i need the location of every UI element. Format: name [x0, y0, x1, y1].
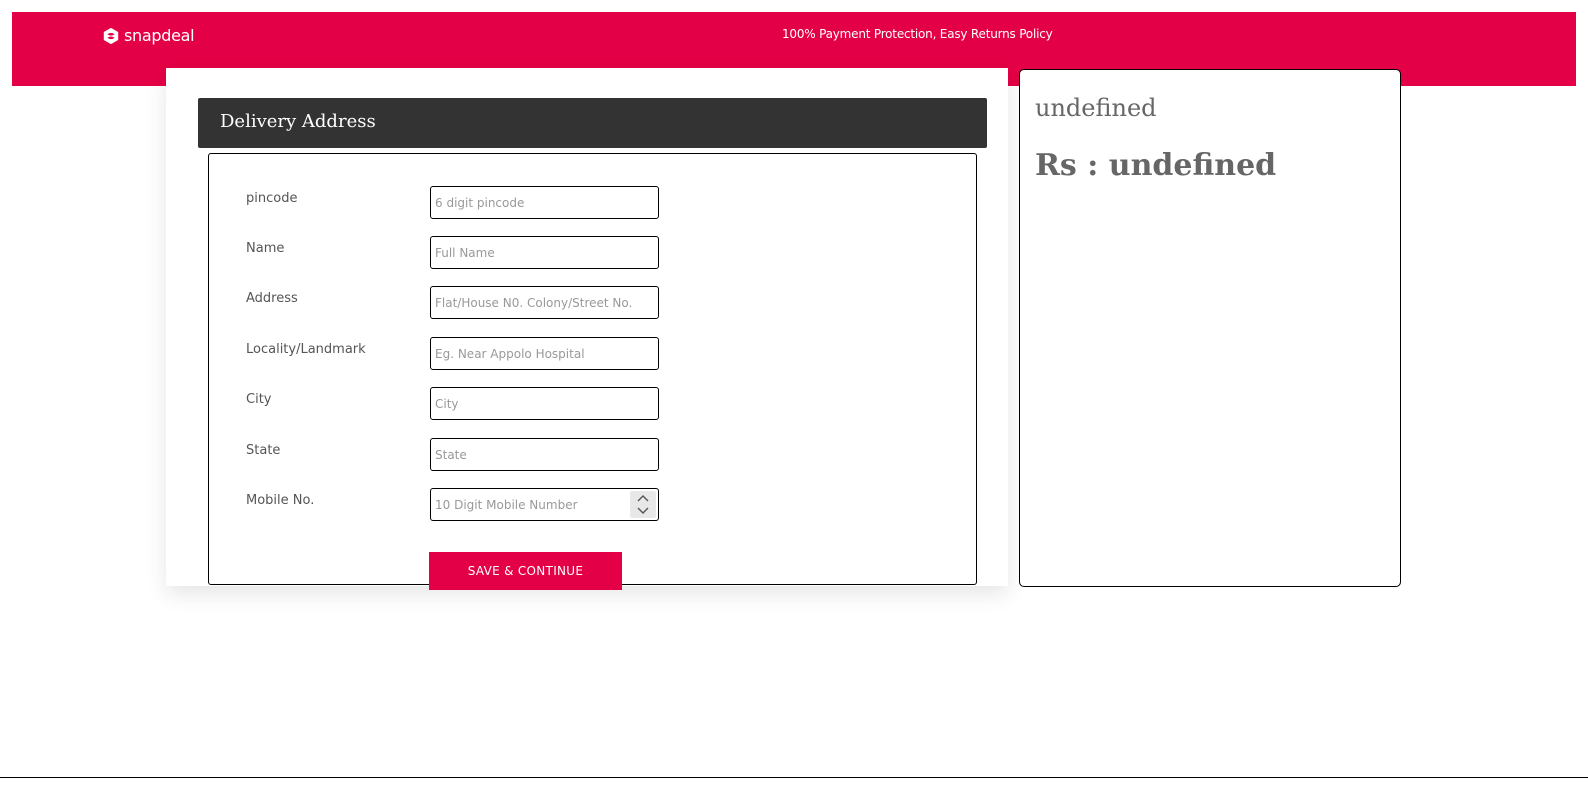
page-bottom-divider: [0, 777, 1588, 778]
order-summary-card: undefined Rs : undefined: [1019, 69, 1401, 587]
full-name-input[interactable]: [430, 236, 659, 269]
mobile-label: Mobile No.: [246, 493, 315, 508]
brand-name: snapdeal: [124, 26, 195, 45]
mobile-number-field: [430, 488, 659, 521]
address-input[interactable]: [430, 286, 659, 319]
address-label: Address: [246, 291, 298, 306]
city-label: City: [246, 392, 272, 407]
snapdeal-logo-icon: [103, 27, 119, 44]
state-input[interactable]: [430, 438, 659, 471]
number-stepper[interactable]: [630, 491, 656, 518]
save-continue-button[interactable]: SAVE & CONTINUE: [429, 552, 622, 590]
mobile-number-input[interactable]: [430, 488, 659, 521]
delivery-header: Delivery Address: [198, 98, 987, 148]
name-label: Name: [246, 241, 285, 256]
locality-input[interactable]: [430, 337, 659, 370]
pincode-input[interactable]: [430, 186, 659, 219]
checkout-page: snapdeal 100% Payment Protection, Easy R…: [0, 0, 1588, 789]
product-price: Rs : undefined: [1035, 148, 1277, 183]
address-form: pincode Name Address Locality/Landmark C…: [208, 153, 977, 585]
city-input[interactable]: [430, 387, 659, 420]
payment-protection-tagline: 100% Payment Protection, Easy Returns Po…: [782, 27, 1053, 41]
pincode-label: pincode: [246, 191, 298, 206]
state-label: State: [246, 443, 281, 458]
brand-logo[interactable]: snapdeal: [102, 26, 195, 45]
delivery-title: Delivery Address: [220, 111, 376, 132]
locality-label: Locality/Landmark: [246, 342, 366, 357]
delivery-card: Delivery Address pincode Name Address Lo…: [166, 68, 1008, 590]
product-name: undefined: [1035, 94, 1157, 122]
stepper-arrows-icon: [637, 495, 649, 514]
